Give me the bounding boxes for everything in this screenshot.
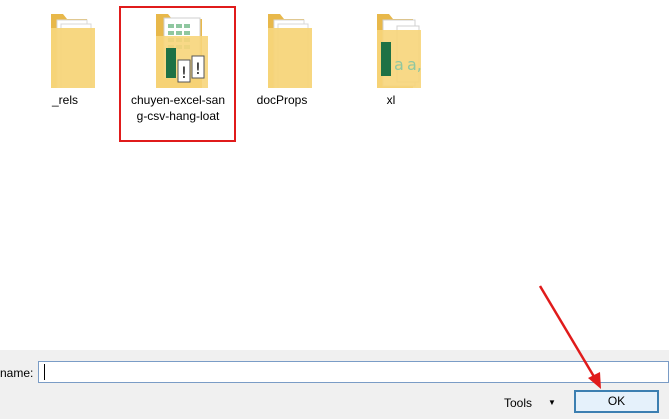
- text-caret: [44, 364, 45, 380]
- folder-excel-icon: a a,: [361, 8, 422, 90]
- filename-input[interactable]: [38, 361, 669, 383]
- dropdown-arrow-icon: ▼: [548, 398, 556, 407]
- folder-item-xl[interactable]: a a, xl: [341, 8, 441, 108]
- folder-label: xl: [386, 93, 396, 107]
- folder-icon: [35, 8, 95, 95]
- filename-label: name:: [0, 366, 34, 380]
- folder-item-docprops[interactable]: docProps: [232, 8, 332, 108]
- selection-highlight: [119, 6, 236, 142]
- tools-dropdown[interactable]: Tools ▼: [494, 392, 566, 414]
- folder-item-rels[interactable]: _rels: [15, 8, 115, 108]
- ok-button[interactable]: OK: [574, 390, 659, 413]
- file-list: _rels ! ! chuyen-excel-sang-csv-hang-loa…: [0, 0, 669, 350]
- svg-text:a: a: [394, 55, 404, 74]
- dialog-footer: name: Tools ▼ OK: [0, 350, 669, 419]
- svg-text:a,: a,: [407, 55, 421, 74]
- folder-label: _rels: [51, 93, 78, 107]
- folder-label: docProps: [256, 93, 308, 107]
- folder-icon: [252, 8, 312, 95]
- tools-label: Tools: [504, 396, 533, 410]
